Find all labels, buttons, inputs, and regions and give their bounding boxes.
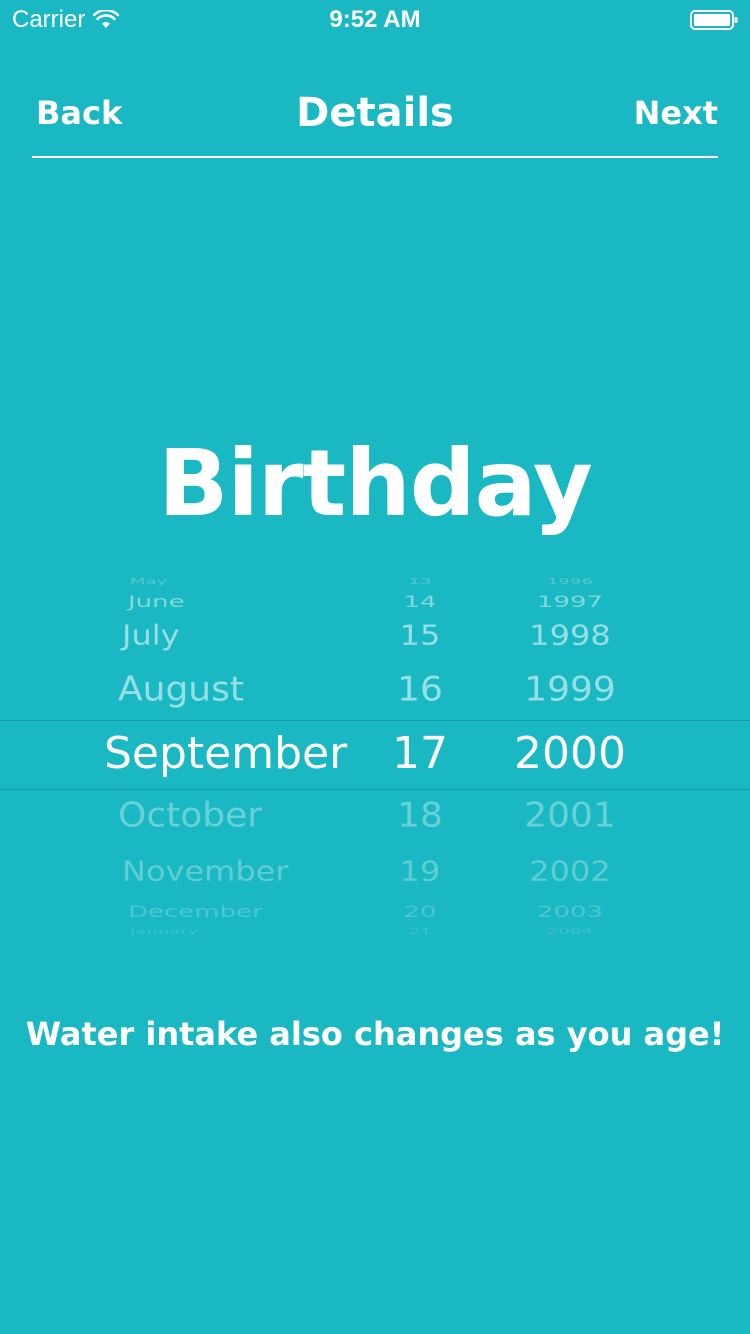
month-option[interactable]: November	[122, 856, 288, 887]
year-option[interactable]: 2004	[500, 927, 640, 935]
birthday-heading: Birthday	[158, 430, 593, 537]
month-option[interactable]: August	[118, 671, 244, 709]
nav-bar: Back Details Next	[32, 80, 718, 158]
day-option[interactable]: 16	[380, 671, 460, 709]
day-option[interactable]: 20	[380, 904, 460, 921]
month-option[interactable]: December	[128, 904, 263, 921]
month-option[interactable]: July	[122, 620, 180, 651]
year-option[interactable]: 1998	[500, 620, 640, 651]
year-option[interactable]: 1997	[500, 594, 640, 611]
birthday-date-picker[interactable]: May June July August September October Novembe…	[0, 570, 750, 935]
year-selected[interactable]: 2000	[500, 729, 640, 778]
status-time: 9:52 AM	[329, 6, 421, 33]
battery-icon	[690, 10, 738, 30]
year-option[interactable]: 1999	[500, 671, 640, 709]
year-option[interactable]: 2002	[500, 856, 640, 887]
month-wheel[interactable]: May June July August September October Novembe…	[100, 570, 360, 935]
year-option[interactable]: 1996	[500, 577, 640, 586]
month-option[interactable]: October	[118, 797, 262, 835]
helper-text: Water intake also changes as you age!	[25, 1015, 725, 1053]
year-option[interactable]: 2003	[500, 904, 640, 921]
day-option[interactable]: 13	[380, 577, 460, 586]
month-selected[interactable]: September	[104, 729, 347, 778]
day-option[interactable]: 18	[380, 797, 460, 835]
year-wheel[interactable]: 1996 1997 1998 1999 2000 2001 2002 2003 2004	[500, 570, 640, 935]
month-option[interactable]: January	[130, 927, 198, 935]
month-option[interactable]: June	[128, 594, 185, 611]
day-option[interactable]: 19	[380, 856, 460, 887]
year-option[interactable]: 2001	[500, 797, 640, 835]
next-button[interactable]: Next	[634, 94, 718, 132]
day-option[interactable]: 15	[380, 620, 460, 651]
day-option[interactable]: 14	[380, 594, 460, 611]
status-bar: Carrier 9:52 AM	[0, 0, 750, 40]
day-option[interactable]: 21	[380, 927, 460, 935]
day-selected[interactable]: 17	[380, 729, 460, 778]
day-wheel[interactable]: 13 14 15 16 17 18 19 20 21	[380, 570, 460, 935]
month-option[interactable]: May	[130, 577, 167, 586]
page-title: Details	[296, 90, 454, 136]
